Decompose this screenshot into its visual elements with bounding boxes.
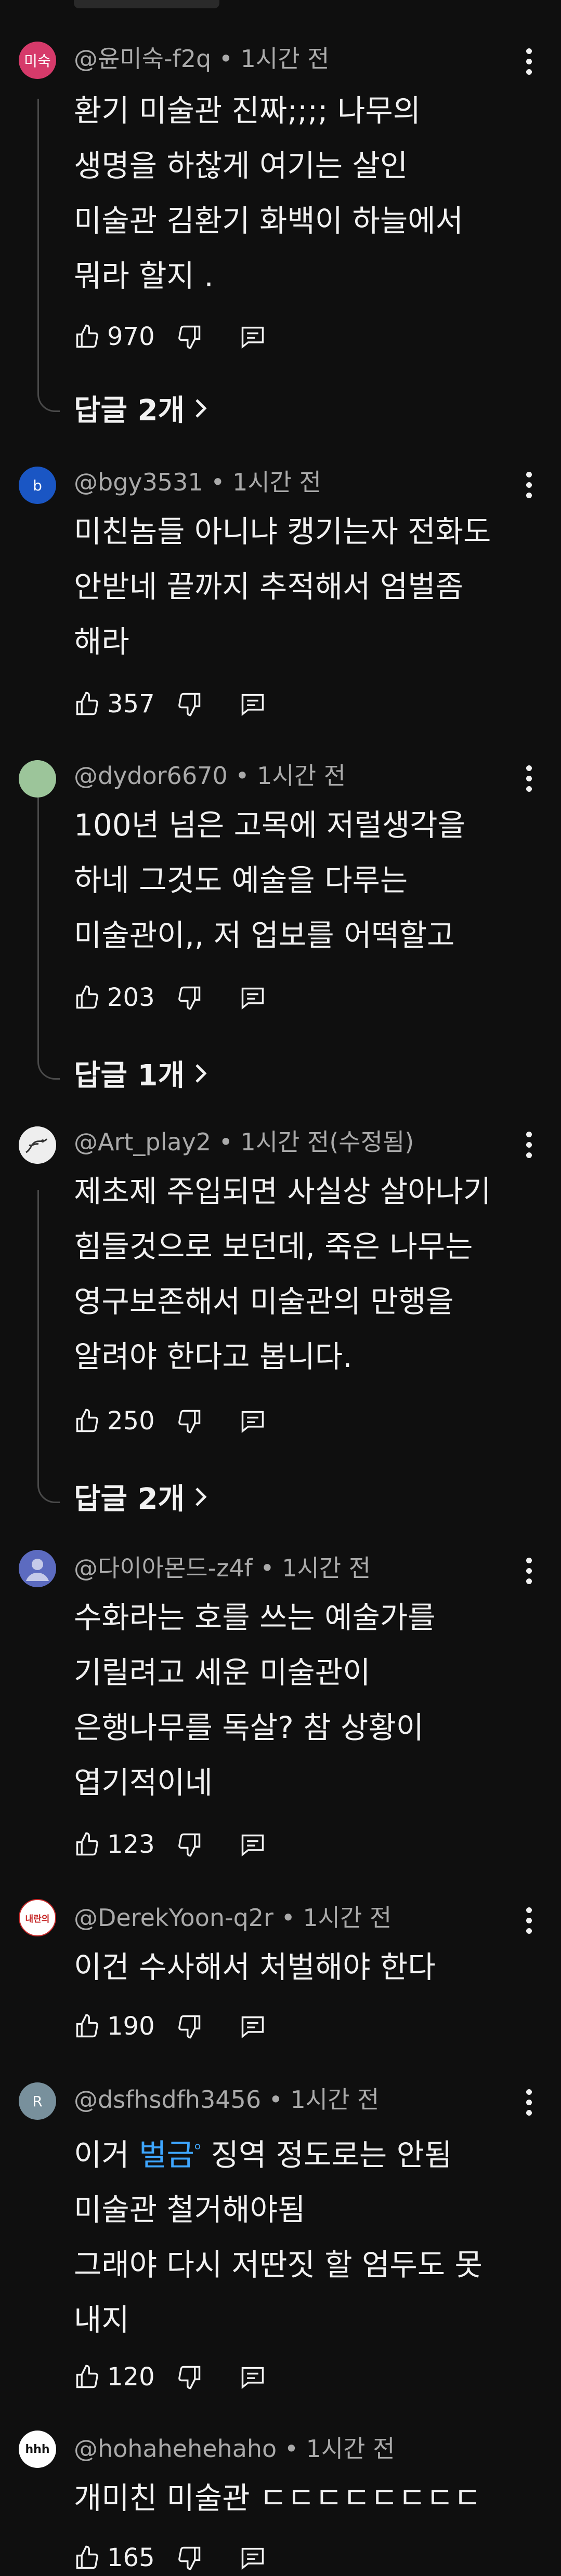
more-vert-icon[interactable] bbox=[524, 1555, 534, 1586]
avatar[interactable]: b bbox=[19, 467, 56, 504]
like-count: 357 bbox=[107, 689, 155, 719]
thumb-up-icon[interactable] bbox=[74, 1831, 101, 1858]
reply-icon[interactable] bbox=[239, 2363, 266, 2391]
comment-text: 100년 넘은 고목에 저럴생각을 하네 그것도 예술을 다루는 미술관이,, 저 … bbox=[74, 807, 465, 953]
comment-time: 1시간 전 bbox=[232, 468, 321, 496]
thumb-down-icon[interactable] bbox=[176, 1831, 203, 1858]
comment-text: 수화라는 호를 쓰는 예술가를 기릴려고 세운 미술관이 은행나무를 독살? 참 상… bbox=[74, 1600, 436, 1800]
more-vert-icon[interactable] bbox=[524, 1905, 534, 1936]
like-count: 970 bbox=[107, 322, 155, 351]
comment-time: 1시간 전 bbox=[303, 1904, 392, 1932]
comment-time: 1시간 전 bbox=[282, 1554, 371, 1582]
view-replies-button[interactable]: 답글 2개 bbox=[74, 1476, 207, 1518]
previous-comment-fragment bbox=[0, 0, 561, 16]
comment-meta: @dsfhsdfh3456 • 1시간 전 bbox=[74, 2086, 380, 2114]
comment-time: 1시간 전 bbox=[257, 762, 346, 790]
comment-author[interactable]: @hohahehehaho bbox=[74, 2435, 277, 2463]
thumb-up-icon[interactable] bbox=[74, 323, 101, 350]
comment-meta: @bgy3531 • 1시간 전 bbox=[74, 468, 321, 496]
comment-actions: 357 bbox=[74, 686, 266, 722]
reply-icon[interactable] bbox=[239, 1407, 266, 1435]
avatar[interactable] bbox=[19, 1550, 56, 1587]
view-replies-button[interactable]: 답글 2개 bbox=[74, 387, 207, 429]
chevron-right-icon bbox=[195, 399, 207, 418]
comment-meta: @다이아몬드-z4f • 1시간 전 bbox=[74, 1554, 371, 1582]
avatar[interactable]: 미숙 bbox=[19, 42, 56, 79]
avatar[interactable] bbox=[19, 760, 56, 798]
chevron-right-icon bbox=[195, 1064, 207, 1083]
chevron-right-icon bbox=[195, 1487, 207, 1506]
thumb-up-icon[interactable] bbox=[74, 2363, 101, 2391]
avatar[interactable]: 내란의 bbox=[19, 1899, 56, 1936]
comment-meta: @Art_play2 • 1시간 전(수정됨) bbox=[74, 1128, 414, 1156]
comment-time: 1시간 전 bbox=[290, 2086, 380, 2114]
comment-actions: 123 bbox=[74, 1826, 266, 1863]
reply-thread-line bbox=[37, 798, 60, 1080]
thumb-up-icon[interactable] bbox=[74, 2013, 101, 2040]
reply-icon[interactable] bbox=[239, 691, 266, 718]
thumb-down-icon[interactable] bbox=[176, 984, 203, 1011]
thumb-up-icon[interactable] bbox=[74, 2544, 101, 2571]
comment-actions: 970 bbox=[74, 318, 266, 355]
comment-actions: 203 bbox=[74, 979, 266, 1016]
comment-author[interactable]: @DerekYoon-q2r bbox=[74, 1904, 273, 1932]
comment-author[interactable]: @dsfhsdfh3456 bbox=[74, 2086, 261, 2114]
like-count: 203 bbox=[107, 983, 155, 1012]
comment-text: 이거 벌금ᵒ 징역 정도로는 안됨 미술관 철거해야됨 그래야 다시 저딴짓 할 엄… bbox=[74, 2137, 482, 2338]
comment-time: 1시간 전 bbox=[306, 2435, 395, 2463]
reply-thread-line bbox=[37, 1190, 60, 1503]
like-count: 190 bbox=[107, 2012, 155, 2041]
reply-thread-line bbox=[37, 99, 60, 412]
comment-meta: @hohahehehaho • 1시간 전 bbox=[74, 2435, 395, 2463]
comment-meta: @윤미숙-f2q • 1시간 전 bbox=[74, 45, 330, 73]
comment-text: 환기 미술관 진짜;;;; 나무의 생명을 하찮게 여기는 살인 미술관 김환기 화… bbox=[74, 93, 463, 294]
comment-actions: 120 bbox=[74, 2359, 266, 2395]
comment-actions: 250 bbox=[74, 1403, 266, 1439]
comment-author[interactable]: @bgy3531 bbox=[74, 468, 203, 496]
more-vert-icon[interactable] bbox=[524, 469, 534, 500]
comment-text: 개미친 미술관 ㄷㄷㄷㄷㄷㄷㄷㄷ bbox=[74, 2480, 481, 2516]
comment-text: 미친놈들 아니냐 캥기는자 전화도 안받네 끝까지 추적해서 엄벌좀 해라 bbox=[74, 514, 491, 659]
thumb-down-icon[interactable] bbox=[176, 2363, 203, 2391]
comment-text: 이건 수사해서 처벌해야 한다 bbox=[74, 1949, 436, 1985]
more-vert-icon[interactable] bbox=[524, 2087, 534, 2118]
thumb-up-icon[interactable] bbox=[74, 691, 101, 718]
thumb-down-icon[interactable] bbox=[176, 691, 203, 718]
thumb-down-icon[interactable] bbox=[176, 323, 203, 350]
reply-icon[interactable] bbox=[239, 2013, 266, 2040]
thumb-up-icon[interactable] bbox=[74, 984, 101, 1011]
comment-text: 제초제 주입되면 사실상 살아나기 힘들것으로 보던데, 죽은 나무는 영구보존해서… bbox=[74, 1174, 491, 1374]
thumb-down-icon[interactable] bbox=[176, 2013, 203, 2040]
comment-time: 1시간 전 bbox=[240, 45, 330, 73]
search-link-icon[interactable]: ᵒ bbox=[194, 2139, 201, 2159]
like-count: 165 bbox=[107, 2543, 155, 2572]
like-count: 120 bbox=[107, 2362, 155, 2392]
search-link[interactable]: 벌금 bbox=[139, 2137, 194, 2172]
comment-meta: @dydor6670 • 1시간 전 bbox=[74, 762, 346, 790]
avatar[interactable] bbox=[19, 1126, 56, 1164]
comment-actions: 190 bbox=[74, 2008, 266, 2044]
more-vert-icon[interactable] bbox=[524, 46, 534, 77]
comment-author[interactable]: @Art_play2 bbox=[74, 1128, 211, 1156]
reply-icon[interactable] bbox=[239, 2544, 266, 2571]
thumb-down-icon[interactable] bbox=[176, 1407, 203, 1435]
like-count: 123 bbox=[107, 1830, 155, 1859]
comment-meta: @DerekYoon-q2r • 1시간 전 bbox=[74, 1904, 392, 1932]
reply-icon[interactable] bbox=[239, 984, 266, 1011]
more-vert-icon[interactable] bbox=[524, 763, 534, 794]
comment-author[interactable]: @다이아몬드-z4f bbox=[74, 1554, 253, 1582]
avatar[interactable]: R bbox=[19, 2082, 56, 2120]
more-vert-icon[interactable] bbox=[524, 1129, 534, 1160]
reply-icon[interactable] bbox=[239, 1831, 266, 1858]
view-replies-button[interactable]: 답글 1개 bbox=[74, 1052, 207, 1094]
reply-icon[interactable] bbox=[239, 323, 266, 350]
comment-time: 1시간 전(수정됨) bbox=[240, 1128, 414, 1156]
thumb-up-icon[interactable] bbox=[74, 1407, 101, 1435]
like-count: 250 bbox=[107, 1406, 155, 1436]
avatar[interactable]: hhh bbox=[19, 2431, 56, 2468]
comment-author[interactable]: @윤미숙-f2q bbox=[74, 45, 211, 73]
comment-author[interactable]: @dydor6670 bbox=[74, 762, 228, 790]
thumb-down-icon[interactable] bbox=[176, 2544, 203, 2571]
comment-actions: 165 bbox=[74, 2540, 266, 2576]
